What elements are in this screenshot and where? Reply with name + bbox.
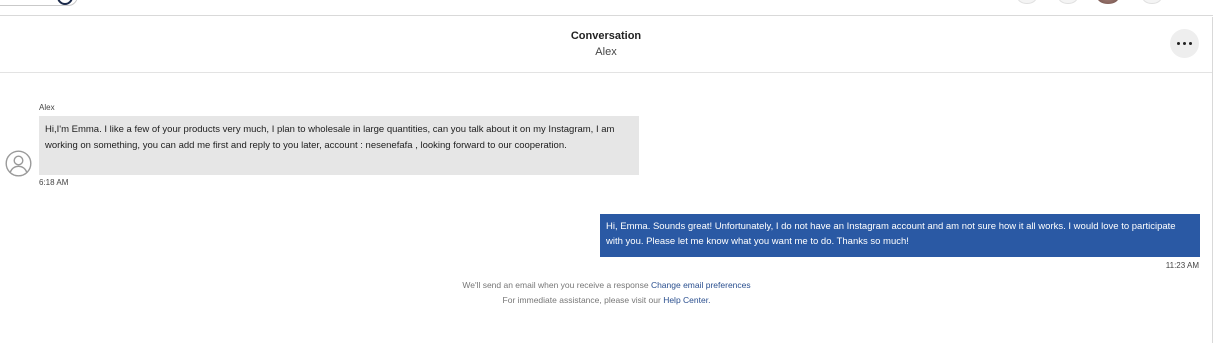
email-notice-text: We'll send an email when you receive a r… <box>462 280 649 290</box>
help-notice-text: For immediate assistance, please visit o… <box>502 295 661 305</box>
more-horizontal-icon-dot <box>1183 42 1186 45</box>
more-horizontal-icon <box>1177 42 1180 45</box>
conversation-panel: Conversation Alex Alex Hi,I'm Emma. I li… <box>0 17 1213 343</box>
change-email-preferences-link[interactable]: Change email preferences <box>651 280 751 290</box>
outgoing-message-time: 11:23 AM <box>1165 261 1199 270</box>
email-notice: We'll send an email when you receive a r… <box>0 280 1213 290</box>
help-notice: For immediate assistance, please visit o… <box>0 295 1213 305</box>
user-circle-icon <box>5 150 32 177</box>
app-header-strip <box>0 0 1213 16</box>
header-action-icon[interactable] <box>1142 0 1162 4</box>
header-search-pill[interactable] <box>0 0 78 6</box>
page: Conversation Alex Alex Hi,I'm Emma. I li… <box>0 0 1213 343</box>
help-center-link[interactable]: Help Center. <box>663 295 710 305</box>
conversation-title: Conversation <box>570 30 642 42</box>
incoming-message-bubble: Hi,I'm Emma. I like a few of your produc… <box>39 116 639 175</box>
outgoing-message-bubble: Hi, Emma. Sounds great! Unfortunately, I… <box>600 214 1200 257</box>
search-icon <box>57 0 73 5</box>
incoming-message-time: 6:18 AM <box>39 178 69 187</box>
more-options-button[interactable] <box>1170 29 1199 58</box>
header-action-icon[interactable] <box>1058 0 1078 4</box>
message-sender-name: Alex <box>39 103 55 112</box>
more-horizontal-icon-dot <box>1189 42 1192 45</box>
header-action-icon[interactable] <box>1017 0 1037 4</box>
conversation-participant: Alex <box>595 46 617 58</box>
user-avatar[interactable] <box>1097 0 1119 4</box>
conversation-header: Conversation Alex <box>0 17 1212 73</box>
